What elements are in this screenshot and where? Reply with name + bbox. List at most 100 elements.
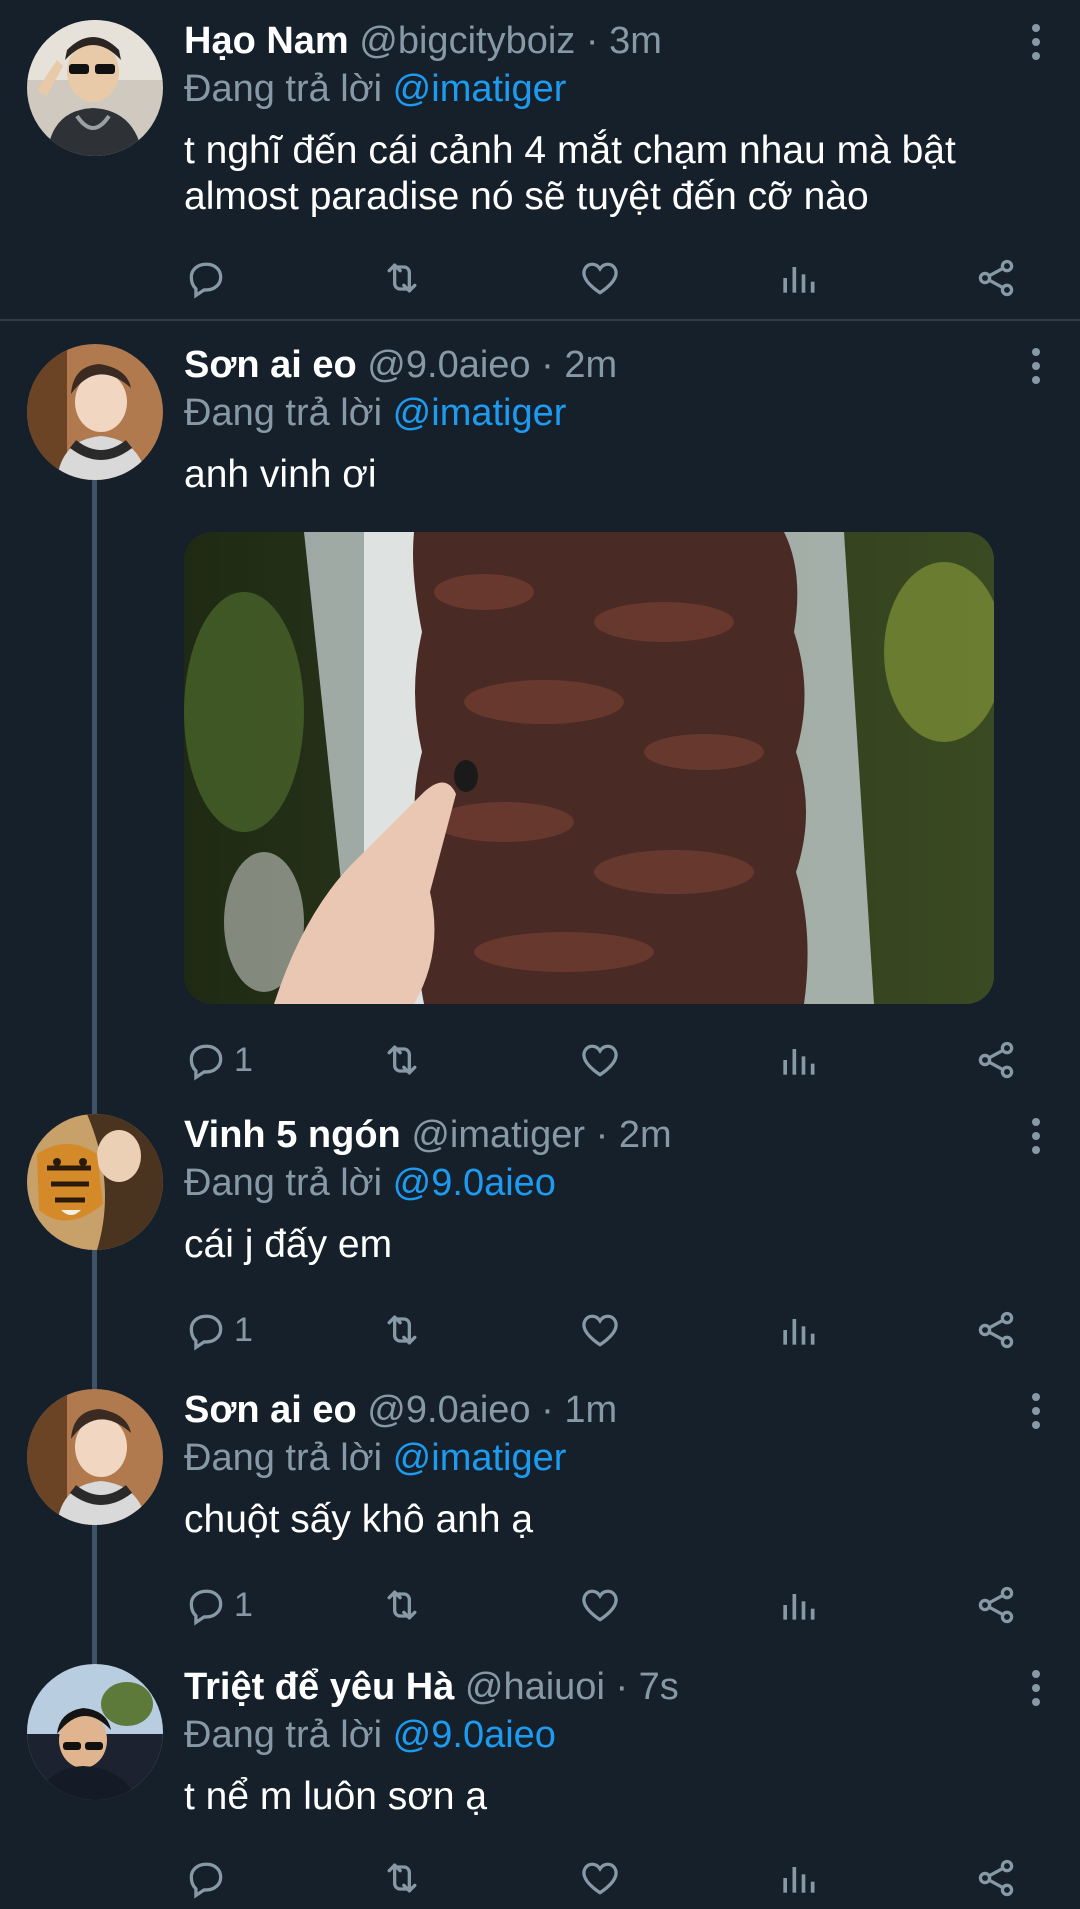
retweet-icon [380,256,424,300]
display-name[interactable]: Sơn ai eo [184,1389,357,1431]
tweet[interactable]: Triệt để yêu Hà @haiuoi · 7s Đang trả lờ… [0,1662,1080,1909]
retweet-button[interactable] [380,1577,424,1633]
tweet-header: Sơn ai eo @9.0aieo · 1m [184,1385,617,1435]
tweet-actions: 1 [184,1577,1024,1633]
reply-count: 1 [234,1585,253,1624]
timestamp[interactable]: 2m [564,344,617,386]
retweet-button[interactable] [380,1850,424,1906]
analytics-button[interactable] [776,1032,820,1088]
analytics-button[interactable] [776,1850,820,1906]
heart-button[interactable] [578,1850,622,1906]
analytics-button[interactable] [776,250,820,306]
analytics-button[interactable] [776,1577,820,1633]
analytics-icon [776,1308,820,1352]
retweet-button[interactable] [380,1032,424,1088]
heart-button[interactable] [578,1577,622,1633]
more-vertical-icon[interactable] [1028,1668,1044,1708]
tweet[interactable]: Sơn ai eo @9.0aieo · 1m Đang trả lời @im… [0,1385,1080,1645]
reply-mention[interactable]: @imatiger [393,68,567,110]
tweet[interactable]: Vinh 5 ngón @imatiger · 2m Đang trả lời … [0,1110,1080,1370]
tweet-header: Triệt để yêu Hà @haiuoi · 7s [184,1662,679,1712]
reply-button[interactable]: 1 [184,1032,253,1088]
timestamp[interactable]: 2m [619,1114,672,1156]
display-name[interactable]: Hạo Nam [184,20,349,62]
analytics-icon [776,256,820,300]
avatar[interactable] [27,1114,163,1250]
reply-button[interactable] [184,1850,234,1906]
share-icon [974,1308,1018,1352]
replying-to: Đang trả lời @9.0aieo [184,1158,556,1208]
tweet-text: anh vinh ơi [184,452,1024,498]
retweet-button[interactable] [380,1302,424,1358]
heart-icon [578,1038,622,1082]
heart-button[interactable] [578,250,622,306]
avatar[interactable] [27,344,163,480]
share-button[interactable] [974,1577,1018,1633]
reply-mention[interactable]: @9.0aieo [393,1162,556,1204]
timestamp[interactable]: 3m [609,20,662,62]
separator-dot: · [595,1114,609,1156]
tweet[interactable]: Sơn ai eo @9.0aieo · 2m Đang trả lời @im… [0,340,1080,1081]
user-handle[interactable]: @imatiger [411,1114,585,1156]
tweet-text-line: t nghĩ đến cái cảnh 4 mắt chạm nhau mà b… [184,129,956,172]
heart-icon [578,1308,622,1352]
more-vertical-icon[interactable] [1028,1391,1044,1431]
more-vertical-icon[interactable] [1028,22,1044,62]
reply-icon [184,256,228,300]
heart-button[interactable] [578,1032,622,1088]
retweet-icon [380,1038,424,1082]
reply-button[interactable] [184,250,234,306]
separator-dot: · [615,1666,629,1708]
display-name[interactable]: Sơn ai eo [184,344,357,386]
user-handle[interactable]: @9.0aieo [367,344,530,386]
avatar[interactable] [27,1389,163,1525]
tweet-text: chuột sấy khô anh ạ [184,1497,1024,1543]
share-icon [974,256,1018,300]
replying-label: Đang trả lời [184,1714,383,1756]
replying-to: Đang trả lời @imatiger [184,1433,566,1483]
retweet-icon [380,1583,424,1627]
reply-icon [184,1856,228,1900]
share-button[interactable] [974,1850,1018,1906]
timestamp[interactable]: 7s [639,1666,679,1708]
replying-to: Đang trả lời @imatiger [184,64,566,114]
analytics-button[interactable] [776,1302,820,1358]
avatar[interactable] [27,20,163,156]
share-icon [974,1038,1018,1082]
reply-count: 1 [234,1040,253,1079]
tweet-header: Sơn ai eo @9.0aieo · 2m [184,340,617,390]
reply-button[interactable]: 1 [184,1302,253,1358]
replying-label: Đang trả lời [184,392,383,434]
retweet-icon [380,1856,424,1900]
tweet-media-image[interactable] [184,532,994,1004]
tweet-text-line: chuột sấy khô anh ạ [184,1498,534,1541]
tweet[interactable]: Hạo Nam @bigcityboiz · 3m Đang trả lời @… [0,16,1080,316]
reply-button[interactable]: 1 [184,1577,253,1633]
display-name[interactable]: Vinh 5 ngón [184,1114,401,1156]
user-handle[interactable]: @bigcityboiz [359,20,575,62]
tweet-text: cái j đấy em [184,1222,1024,1268]
share-button[interactable] [974,250,1018,306]
tweet-actions [184,250,1024,306]
tweet-text: t nể m luôn sơn ạ [184,1774,1024,1820]
reply-mention[interactable]: @imatiger [393,1437,567,1479]
timestamp[interactable]: 1m [564,1389,617,1431]
user-handle[interactable]: @9.0aieo [367,1389,530,1431]
more-vertical-icon[interactable] [1028,346,1044,386]
replying-to: Đang trả lời @imatiger [184,388,566,438]
reply-mention[interactable]: @9.0aieo [393,1714,556,1756]
more-vertical-icon[interactable] [1028,1116,1044,1156]
tweet-text-line: t nể m luôn sơn ạ [184,1775,488,1818]
tweet-header: Hạo Nam @bigcityboiz · 3m [184,16,662,66]
share-button[interactable] [974,1032,1018,1088]
avatar[interactable] [27,1664,163,1800]
display-name[interactable]: Triệt để yêu Hà [184,1666,454,1708]
heart-icon [578,256,622,300]
heart-button[interactable] [578,1302,622,1358]
tweet-actions: 1 [184,1302,1024,1358]
retweet-button[interactable] [380,250,424,306]
share-button[interactable] [974,1302,1018,1358]
replying-label: Đang trả lời [184,1162,383,1204]
reply-mention[interactable]: @imatiger [393,392,567,434]
user-handle[interactable]: @haiuoi [465,1666,605,1708]
